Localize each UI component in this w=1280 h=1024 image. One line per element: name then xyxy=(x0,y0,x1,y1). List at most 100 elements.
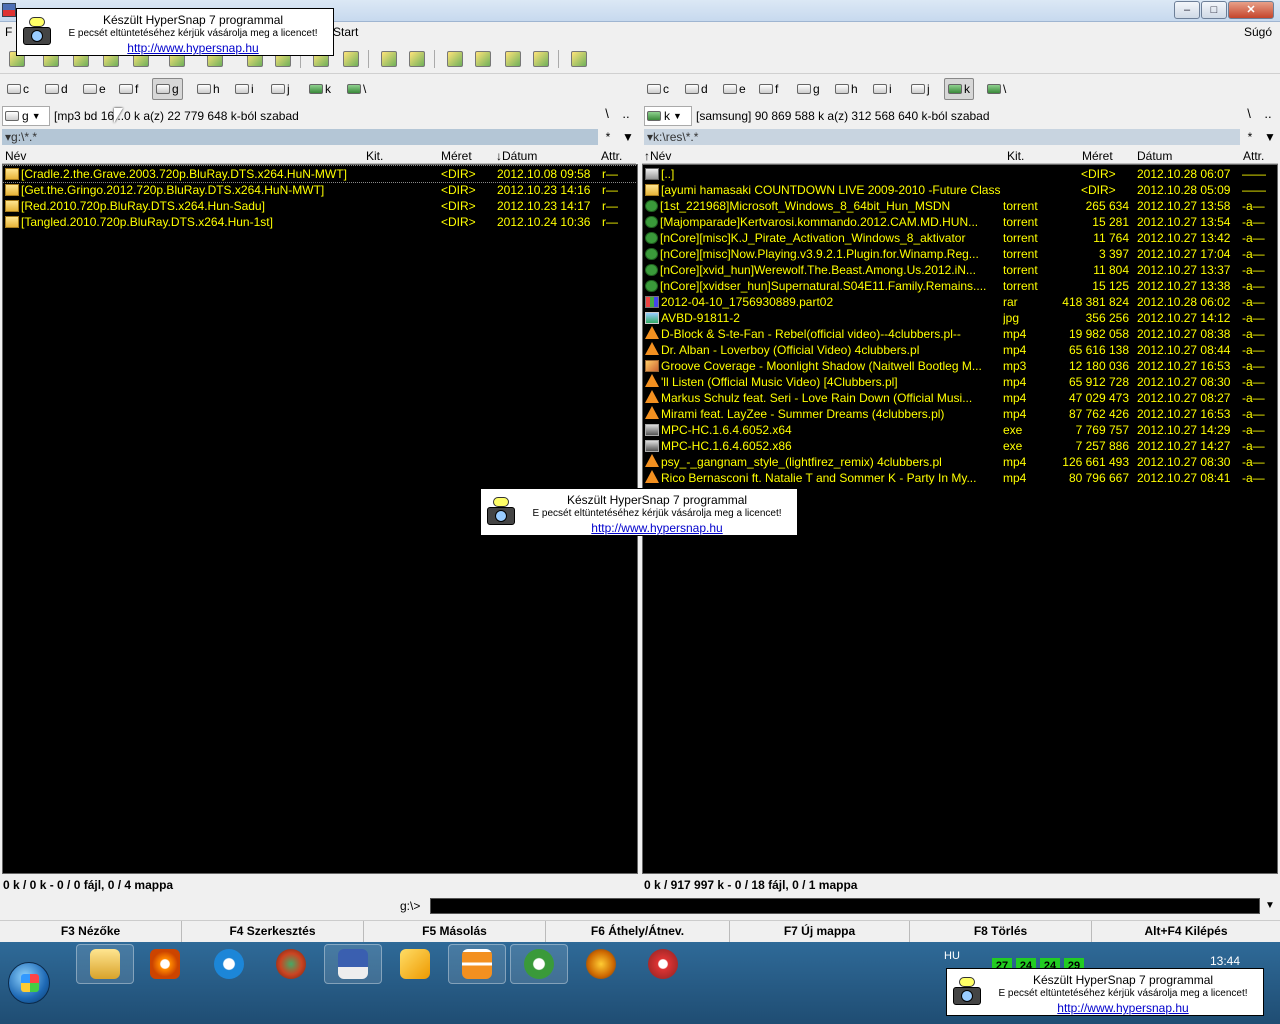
drive-j-button[interactable]: j xyxy=(268,78,293,100)
file-row[interactable]: [nCore][misc]Now.Playing.v3.9.2.1.Plugin… xyxy=(643,246,1277,262)
file-row[interactable]: [Majomparade]Kertvarosi.kommando.2012.CA… xyxy=(643,214,1277,230)
file-row[interactable]: Groove Coverage - Moonlight Shadow (Nait… xyxy=(643,358,1277,374)
file-row[interactable]: MPC-HC.1.6.4.6052.x86 exe 7 257 886 2012.10… xyxy=(643,438,1277,454)
sync-dirs-button[interactable] xyxy=(502,48,524,70)
column-name[interactable]: Név xyxy=(5,149,26,163)
maximize-button[interactable]: □ xyxy=(1201,1,1227,19)
f5-copy-button[interactable]: F5 Másolás xyxy=(364,921,546,943)
file-row[interactable]: Dr. Alban - Loverboy (Official Video) 4c… xyxy=(643,342,1277,358)
drive-i-button[interactable]: i xyxy=(232,78,257,100)
f3-view-button[interactable]: F3 Nézőke xyxy=(0,921,182,943)
notepad-button[interactable] xyxy=(530,48,552,70)
drive-f-button[interactable]: f xyxy=(116,78,141,100)
f7-new-folder-button[interactable]: F7 Új mappa xyxy=(730,921,910,943)
column-ext[interactable]: Kit. xyxy=(1007,149,1024,163)
file-row[interactable]: [ayumi hamasaki COUNTDOWN LIVE 2009-2010… xyxy=(643,182,1277,198)
left-history-button[interactable]: * xyxy=(600,129,616,145)
file-row[interactable]: Markus Schulz feat. Seri - Love Rain Dow… xyxy=(643,390,1277,406)
taskbar-media-center[interactable] xyxy=(634,944,692,984)
left-drive-select[interactable]: g ▼ xyxy=(2,106,50,126)
drive-h-button[interactable]: h xyxy=(832,78,861,100)
file-row[interactable]: [1st_221968]Microsoft_Windows_8_64bit_Hu… xyxy=(643,198,1277,214)
file-row[interactable]: 2012-04-10_1756930889.part02 rar 418 381 8… xyxy=(643,294,1277,310)
taskbar-utorrent[interactable] xyxy=(510,944,568,984)
network-neighborhood-button[interactable]: \ xyxy=(344,78,369,100)
right-parent-button[interactable]: .. xyxy=(1259,106,1277,126)
menu-file[interactable]: F xyxy=(5,25,12,39)
taskbar-firefox[interactable] xyxy=(262,944,320,984)
column-date[interactable]: ↓Dátum xyxy=(496,149,537,163)
taskbar-vlc[interactable] xyxy=(448,944,506,984)
file-row[interactable]: psy_-_gangnam_style_(lightfirez_remix) 4… xyxy=(643,454,1277,470)
search-button[interactable] xyxy=(444,48,466,70)
column-date[interactable]: Dátum xyxy=(1137,149,1172,163)
drive-d-button[interactable]: d xyxy=(682,78,711,100)
file-row[interactable]: MPC-HC.1.6.4.6052.x64 exe 7 769 757 2012.10… xyxy=(643,422,1277,438)
taskbar-winamp[interactable] xyxy=(386,944,444,984)
file-row[interactable]: [nCore][xvid_hun]Werewolf.The.Beast.Amon… xyxy=(643,262,1277,278)
column-size[interactable]: Méret xyxy=(441,149,472,163)
column-size[interactable]: Méret xyxy=(1082,149,1113,163)
file-row[interactable]: AVBD-91811-2 jpg 356 256 2012.10.27 14:12 -a… xyxy=(643,310,1277,326)
drive-e-button[interactable]: e xyxy=(720,78,749,100)
file-row[interactable]: [Cradle.2.the.Grave.2003.720p.BluRay.DTS… xyxy=(3,165,637,183)
taskbar-burner[interactable] xyxy=(572,944,630,984)
drive-h-button[interactable]: h xyxy=(194,78,223,100)
watermark-link[interactable]: http://www.hypersnap.hu xyxy=(987,1001,1259,1015)
drive-e-button[interactable]: e xyxy=(80,78,109,100)
close-button[interactable]: ✕ xyxy=(1228,1,1274,19)
command-history-button[interactable]: ▼ xyxy=(1262,898,1278,914)
file-row[interactable]: [Tangled.2010.720p.BluRay.DTS.x264.Hun-1… xyxy=(3,214,637,230)
ftp-button[interactable] xyxy=(378,48,400,70)
column-attr[interactable]: Attr. xyxy=(601,149,622,163)
multi-rename-button[interactable] xyxy=(472,48,494,70)
left-parent-button[interactable]: .. xyxy=(617,106,635,126)
column-ext[interactable]: Kit. xyxy=(366,149,383,163)
file-row[interactable]: [..] <DIR> 2012.10.28 06:07 —— xyxy=(643,166,1277,182)
taskbar-explorer[interactable] xyxy=(76,944,134,984)
file-row[interactable]: [Red.2010.720p.BluRay.DTS.x264.Hun-Sadu]… xyxy=(3,198,637,214)
menu-start[interactable]: Start xyxy=(333,25,358,39)
alt-f4-exit-button[interactable]: Alt+F4 Kilépés xyxy=(1092,921,1280,943)
taskbar-total-commander[interactable] xyxy=(324,944,382,984)
clock[interactable]: 13:44 xyxy=(1210,954,1240,968)
file-row[interactable]: [nCore][xvidser_hun]Supernatural.S04E11.… xyxy=(643,278,1277,294)
file-row[interactable]: [Get.the.Gringo.2012.720p.BluRay.DTS.x26… xyxy=(3,182,637,198)
left-root-button[interactable]: \ xyxy=(598,106,616,126)
right-drive-select[interactable]: k ▼ xyxy=(644,106,692,126)
left-path-bar[interactable]: ▾g:\*.* xyxy=(2,129,598,145)
language-indicator[interactable]: HU xyxy=(944,950,960,962)
left-hotlist-button[interactable]: ▼ xyxy=(620,129,636,145)
f6-move-button[interactable]: F6 Áthely/Átnev. xyxy=(546,921,730,943)
right-path-bar[interactable]: ▾k:\res\*.* xyxy=(644,129,1240,145)
right-hotlist-button[interactable]: ▼ xyxy=(1262,129,1278,145)
drive-k-button[interactable]: k xyxy=(944,78,974,100)
f8-delete-button[interactable]: F8 Törlés xyxy=(910,921,1092,943)
file-row[interactable]: Mirami feat. LayZee - Summer Dreams (4cl… xyxy=(643,406,1277,422)
file-row[interactable]: Rico Bernasconi ft. Natalie T and Sommer… xyxy=(643,470,1277,486)
drive-d-button[interactable]: d xyxy=(42,78,71,100)
unpack-button[interactable] xyxy=(340,48,362,70)
file-row[interactable]: D-Block & S-te-Fan - Rebel(official vide… xyxy=(643,326,1277,342)
menu-help[interactable]: Súgó xyxy=(1244,25,1272,39)
start-button[interactable] xyxy=(8,962,50,1004)
help-button[interactable] xyxy=(568,48,590,70)
f4-edit-button[interactable]: F4 Szerkesztés xyxy=(182,921,364,943)
command-line-input[interactable] xyxy=(430,898,1260,914)
url-button[interactable] xyxy=(406,48,428,70)
watermark-link[interactable]: http://www.hypersnap.hu xyxy=(521,521,793,535)
drive-c-button[interactable]: c xyxy=(4,78,32,100)
column-name[interactable]: ↑Név xyxy=(644,149,671,163)
file-row[interactable]: 'll Listen (Official Music Video) [4Club… xyxy=(643,374,1277,390)
minimize-button[interactable]: – xyxy=(1174,1,1200,19)
watermark-link[interactable]: http://www.hypersnap.hu xyxy=(57,41,329,55)
right-root-button[interactable]: \ xyxy=(1240,106,1258,126)
drive-c-button[interactable]: c xyxy=(644,78,672,100)
right-history-button[interactable]: * xyxy=(1242,129,1258,145)
drive-j-button[interactable]: j xyxy=(908,78,933,100)
network-neighborhood-button[interactable]: \ xyxy=(984,78,1009,100)
drive-k-button[interactable]: k xyxy=(306,78,334,100)
drive-g-button[interactable]: g xyxy=(794,78,823,100)
drive-f-button[interactable]: f xyxy=(756,78,781,100)
taskbar-internet-explorer[interactable] xyxy=(200,944,258,984)
